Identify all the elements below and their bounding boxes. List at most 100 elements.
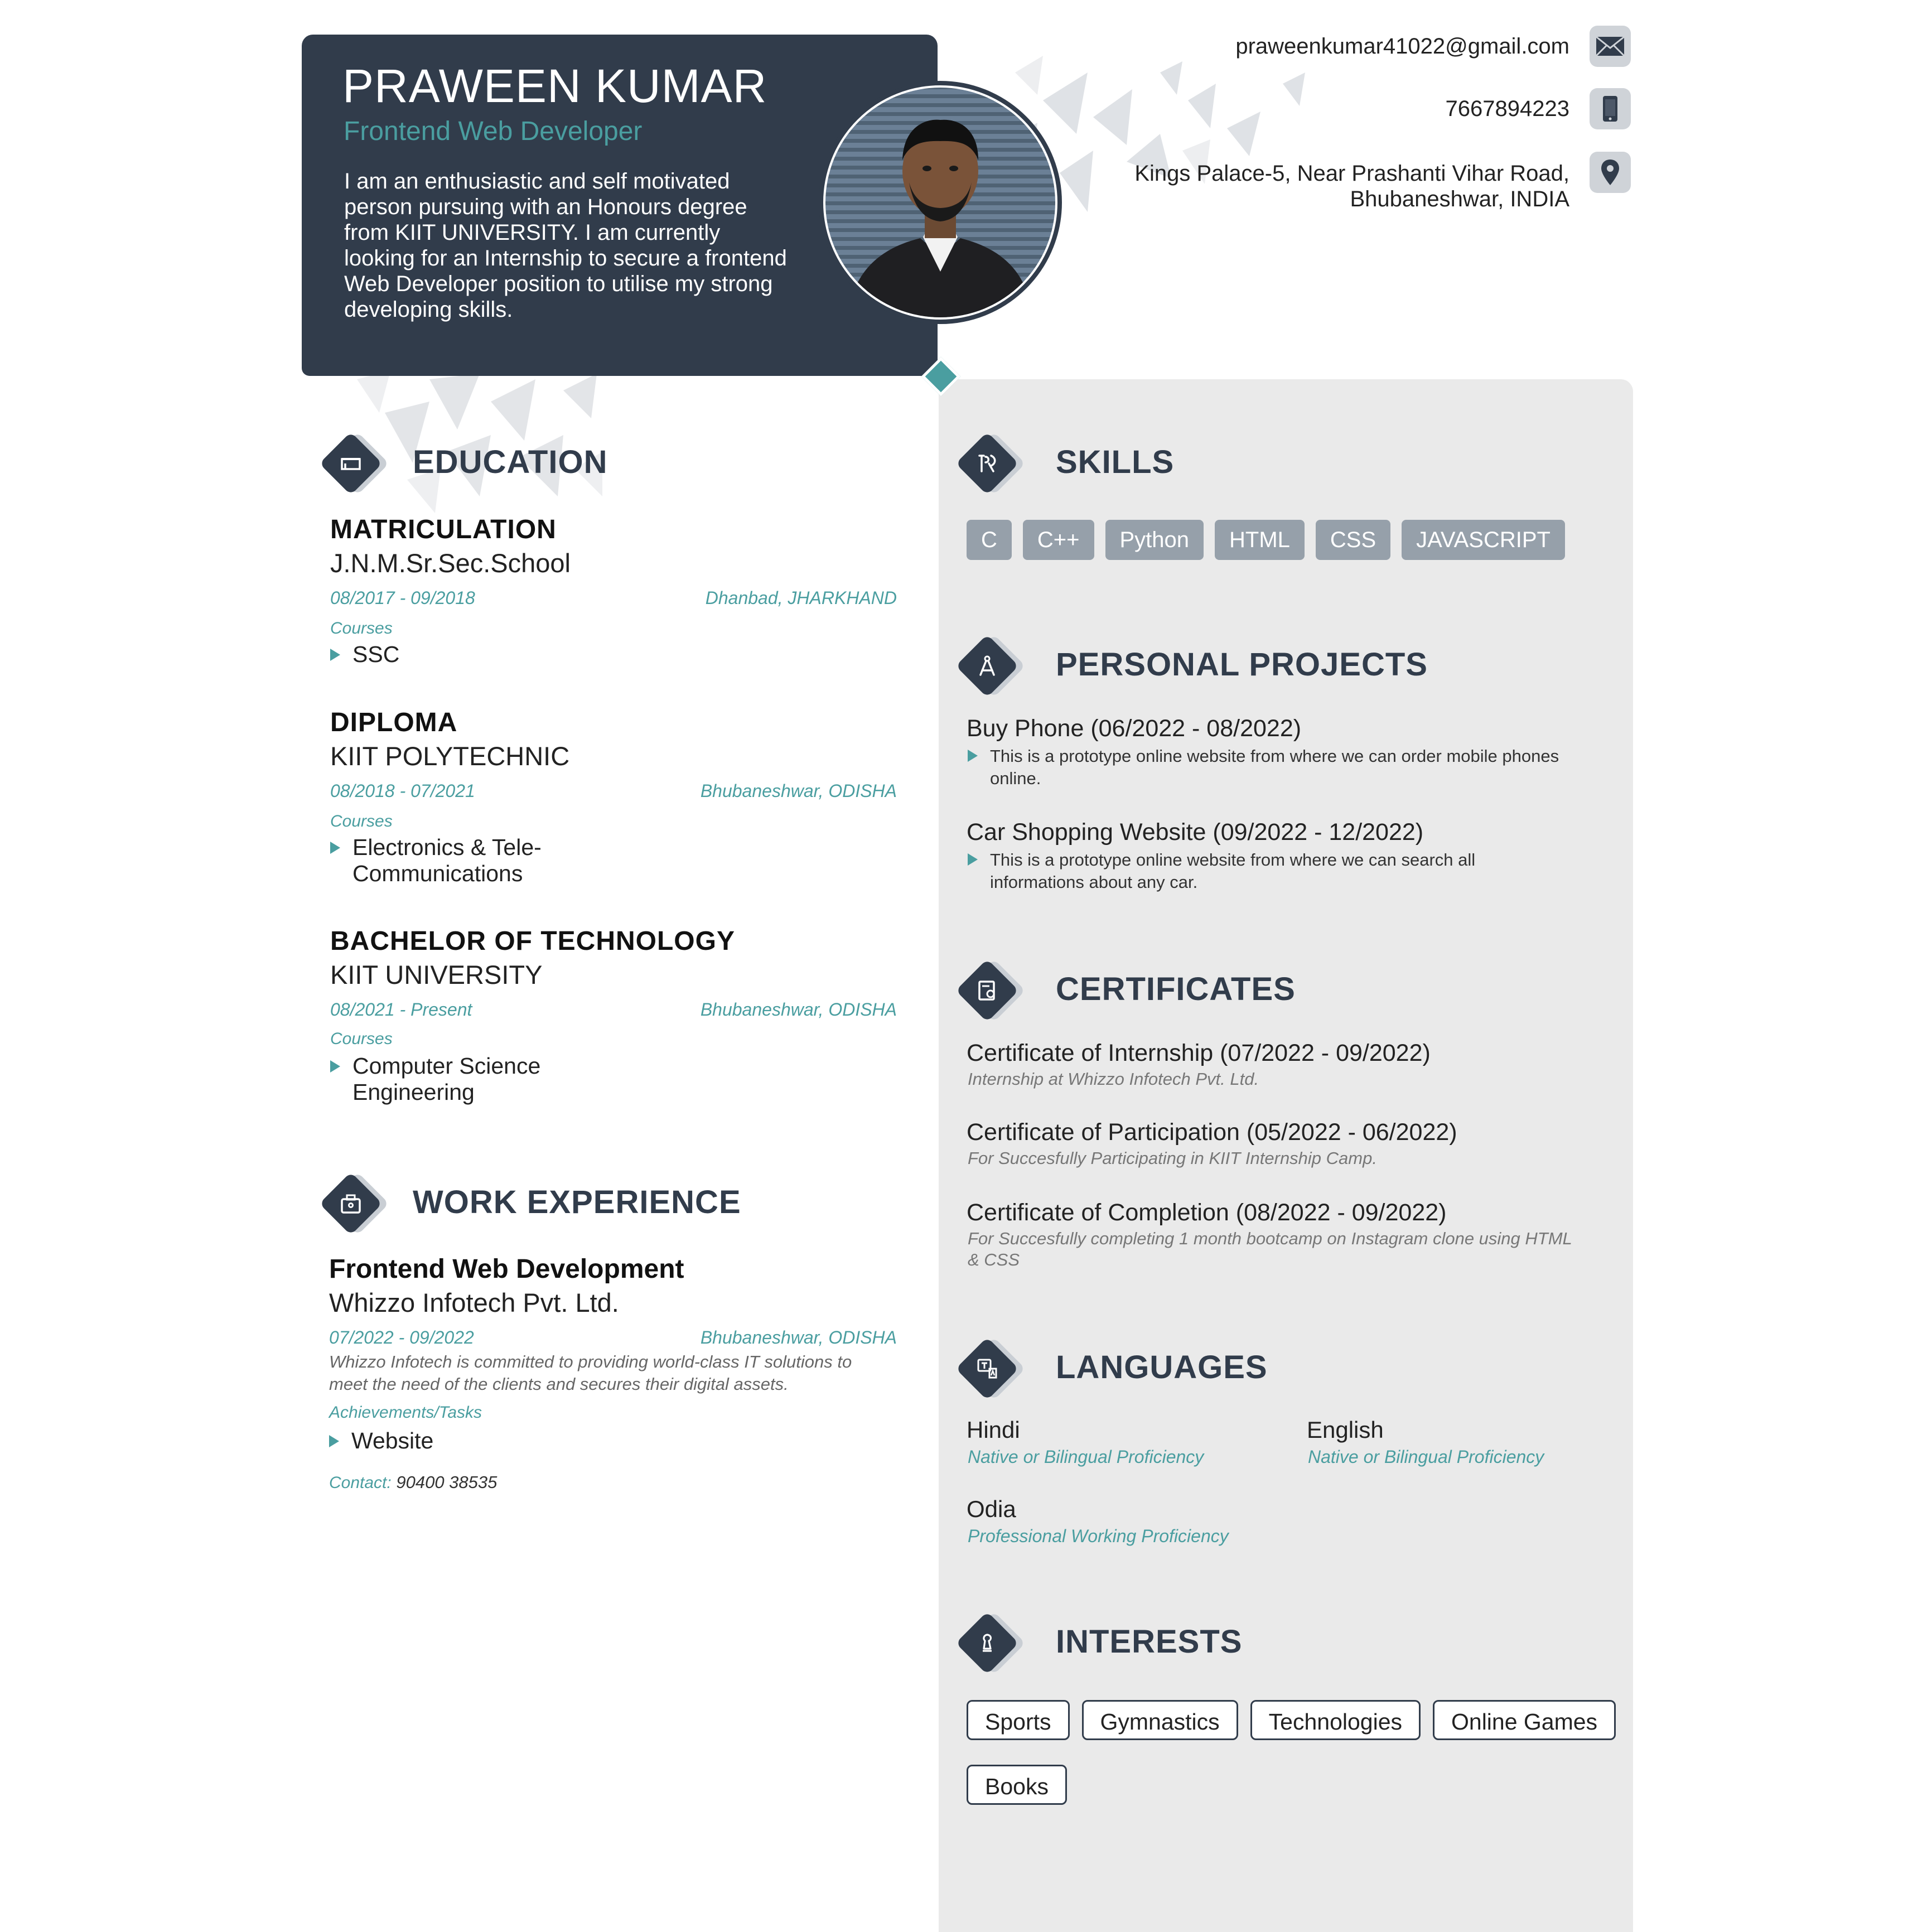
email-icon-box	[1590, 26, 1631, 67]
chess-piece-icon	[983, 1634, 992, 1652]
translate-icon	[977, 1359, 997, 1379]
resume-page: PRAWEEN KUMAR Frontend Web Developer I a…	[0, 0, 1932, 1932]
skills-heading: SKILLS	[955, 427, 1347, 499]
profile-summary: I am an enthusiastic and self motivated …	[344, 169, 787, 322]
briefcase-icon	[341, 1194, 361, 1214]
location-icon-box	[1590, 152, 1631, 193]
education-dates: 08/2021 - Present	[330, 999, 472, 1020]
certificate-description: For Succesfully completing 1 month bootc…	[968, 1229, 1572, 1269]
education-location: Dhanbad, JHARKHAND	[705, 588, 897, 608]
work-experience-title: WORK EXPERIENCE	[413, 1184, 741, 1220]
language-name: English	[1307, 1417, 1384, 1443]
interests-title: INTERESTS	[1056, 1624, 1243, 1660]
contact-email[interactable]: praweenkumar41022@gmail.com	[1235, 33, 1569, 59]
education-degree: MATRICULATION	[330, 515, 557, 544]
skill-chip: JAVASCRIPT	[1402, 520, 1565, 560]
skill-chip: C	[967, 520, 1012, 560]
compass-icon	[979, 655, 995, 676]
language-name: Odia	[967, 1496, 1016, 1522]
work-achievements-label: Achievements/Tasks	[329, 1403, 482, 1422]
education-dates: 08/2017 - 09/2018	[330, 588, 475, 608]
work-description-line2: meet the need of the clients and secures…	[329, 1374, 789, 1394]
course-item: Electronics & Tele- Communications	[330, 834, 542, 887]
projects-title: PERSONAL PROJECTS	[1056, 646, 1428, 683]
projects-heading: PERSONAL PROJECTS	[955, 629, 1571, 702]
interests-list: Sports Gymnastics Technologies Online Ga…	[967, 1700, 1625, 1805]
person-silhouette-icon	[848, 119, 1033, 317]
bullet-icon	[330, 842, 340, 854]
education-school: KIIT POLYTECHNIC	[330, 741, 570, 771]
bullet-icon	[329, 1435, 339, 1447]
language-name: Hindi	[967, 1417, 1020, 1443]
job-title: Frontend Web Developer	[344, 117, 643, 146]
graduation-cap-icon	[341, 458, 361, 470]
skill-chip: CSS	[1315, 520, 1391, 560]
skill-chip: HTML	[1215, 520, 1305, 560]
work-contact: Contact: 90400 38535	[329, 1472, 497, 1493]
course-text: Computer Science Engineering	[352, 1053, 541, 1105]
work-company: Whizzo Infotech Pvt. Ltd.	[329, 1288, 619, 1317]
work-dates: 07/2022 - 09/2022	[329, 1327, 474, 1347]
contact-phone[interactable]: 7667894223	[1446, 96, 1569, 122]
work-contact-value: 90400 38535	[396, 1472, 498, 1492]
interest-chip: Books	[967, 1765, 1067, 1805]
project-description: This is a prototype online website from …	[968, 745, 1559, 790]
skills-title: SKILLS	[1056, 444, 1175, 480]
interest-chip: Gymnastics	[1081, 1700, 1238, 1740]
certificate-description: Internship at Whizzo Infotech Pvt. Ltd.	[968, 1069, 1259, 1089]
skills-list: C C++ Python HTML CSS JAVASCRIPT	[967, 520, 1565, 560]
contact-address-line2: Bhubaneshwar, INDIA	[1350, 187, 1569, 211]
candidate-name: PRAWEEN KUMAR	[342, 60, 767, 112]
interest-chip: Sports	[967, 1700, 1070, 1740]
tools-icon	[978, 455, 996, 472]
contact-address-line1: Kings Palace-5, Near Prashanti Vihar Roa…	[1134, 161, 1569, 186]
project-description: This is a prototype online website from …	[968, 849, 1475, 893]
education-dates: 08/2018 - 07/2021	[330, 781, 475, 801]
work-experience-heading: WORK EXPERIENCE	[319, 1167, 823, 1239]
certificate-title: Certificate of Internship (07/2022 - 09/…	[967, 1040, 1431, 1066]
project-title: Buy Phone (06/2022 - 08/2022)	[967, 715, 1302, 742]
interest-chip: Technologies	[1250, 1700, 1421, 1740]
education-courses-label: Courses	[330, 1030, 393, 1048]
education-courses-label: Courses	[330, 812, 393, 830]
envelope-icon	[1595, 36, 1625, 57]
education-location: Bhubaneshwar, ODISHA	[700, 999, 897, 1020]
phone-icon	[1603, 96, 1617, 122]
education-courses-label: Courses	[330, 619, 393, 637]
certificates-title: CERTIFICATES	[1056, 971, 1296, 1007]
languages-title: LANGUAGES	[1056, 1349, 1268, 1385]
education-heading: EDUCATION	[319, 427, 711, 499]
education-location: Bhubaneshwar, ODISHA	[700, 781, 897, 801]
bullet-icon	[968, 750, 978, 762]
achievement-item: Website	[329, 1428, 433, 1454]
education-title: EDUCATION	[413, 444, 608, 480]
bullet-icon	[330, 649, 340, 661]
course-text: SSC	[352, 641, 400, 667]
certificate-description: For Succesfully Participating in KIIT In…	[968, 1148, 1377, 1168]
work-contact-label: Contact:	[329, 1474, 392, 1492]
education-school: KIIT UNIVERSITY	[330, 960, 543, 989]
interests-heading: INTERESTS	[955, 1606, 1459, 1679]
project-title: Car Shopping Website (09/2022 - 12/2022)	[967, 819, 1424, 846]
course-item: SSC	[330, 641, 399, 668]
location-pin-icon	[1601, 160, 1619, 185]
certificates-heading: CERTIFICATES	[955, 954, 1459, 1026]
work-role: Frontend Web Development	[329, 1254, 684, 1284]
course-text: Electronics & Tele- Communications	[352, 834, 542, 886]
work-location: Bhubaneshwar, ODISHA	[700, 1327, 897, 1347]
skill-chip: C++	[1022, 520, 1094, 560]
interest-chip: Online Games	[1433, 1700, 1616, 1740]
language-level: Native or Bilingual Proficiency	[1308, 1447, 1544, 1467]
education-school: J.N.M.Sr.Sec.School	[330, 548, 571, 578]
course-item: Computer Science Engineering	[330, 1053, 540, 1105]
language-level: Professional Working Proficiency	[968, 1526, 1229, 1546]
bullet-icon	[968, 853, 978, 866]
work-description-line1: Whizzo Infotech is committed to providin…	[329, 1352, 852, 1371]
certificate-title: Certificate of Participation (05/2022 - …	[967, 1119, 1457, 1146]
achievement-text: Website	[351, 1428, 434, 1453]
certificate-icon	[978, 981, 995, 1001]
phone-icon-box	[1590, 88, 1631, 129]
education-degree: DIPLOMA	[330, 708, 458, 737]
language-level: Native or Bilingual Proficiency	[968, 1447, 1204, 1467]
education-degree: BACHELOR OF TECHNOLOGY	[330, 926, 735, 956]
